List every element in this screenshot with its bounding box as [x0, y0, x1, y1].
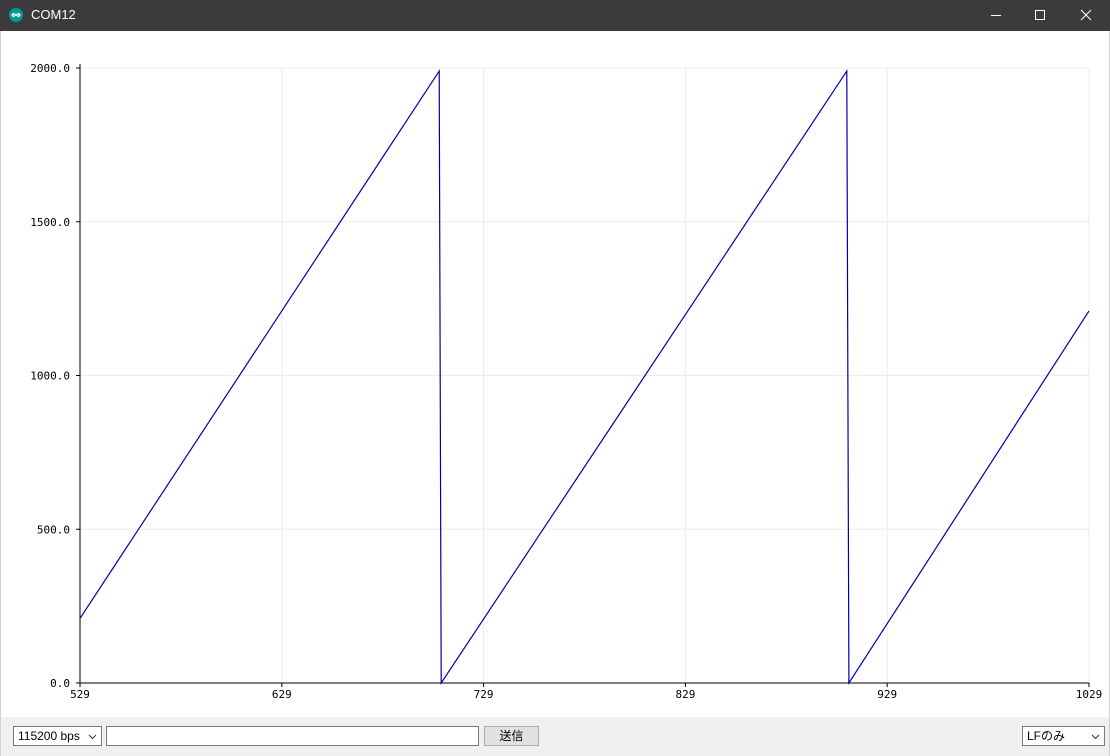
maximize-icon: [1035, 10, 1045, 20]
serial-plotter-window: COM12 0.0 500.0 1000.0 1500.0 2000.0 529 629 72…: [0, 0, 1110, 756]
x-tick-label: 829: [675, 688, 695, 701]
bottom-toolbar: 115200 bps 送信 LFのみ: [0, 717, 1110, 756]
window-title: COM12: [31, 7, 76, 22]
line-ending-value: LFのみ: [1027, 729, 1066, 743]
y-tick-label: 500.0: [37, 523, 70, 536]
maximize-button[interactable]: [1017, 0, 1063, 31]
chevron-down-icon: [88, 734, 97, 740]
y-tick-label: 0.0: [50, 677, 70, 690]
series-line: [79, 69, 1090, 686]
title-bar[interactable]: COM12: [0, 0, 1110, 31]
minimize-icon: [991, 15, 1001, 16]
x-tick-label: 729: [474, 688, 494, 701]
plot-area: 0.0 500.0 1000.0 1500.0 2000.0 529 629 729 829 92…: [0, 31, 1110, 717]
x-tick-label: 1029: [1076, 688, 1103, 701]
y-tick-label: 1000.0: [30, 370, 70, 383]
baud-rate-select[interactable]: 115200 bps: [13, 726, 102, 746]
y-tick-label: 1500.0: [30, 216, 70, 229]
x-tick-label: 629: [272, 688, 292, 701]
minimize-button[interactable]: [973, 0, 1019, 31]
close-icon: [1080, 9, 1092, 21]
close-button[interactable]: [1063, 0, 1109, 31]
x-tick-label: 529: [70, 688, 90, 701]
line-ending-select[interactable]: LFのみ: [1022, 726, 1105, 746]
send-message-input[interactable]: [106, 726, 479, 746]
arduino-infinity-icon: [9, 8, 23, 22]
send-button[interactable]: 送信: [484, 726, 539, 746]
chevron-down-icon: [1091, 734, 1100, 740]
baud-rate-value: 115200 bps: [18, 729, 80, 743]
y-tick-label: 2000.0: [30, 62, 70, 75]
x-tick-label: 929: [877, 688, 897, 701]
line-chart: 0.0 500.0 1000.0 1500.0 2000.0 529 629 729 829 92…: [30, 62, 1103, 701]
